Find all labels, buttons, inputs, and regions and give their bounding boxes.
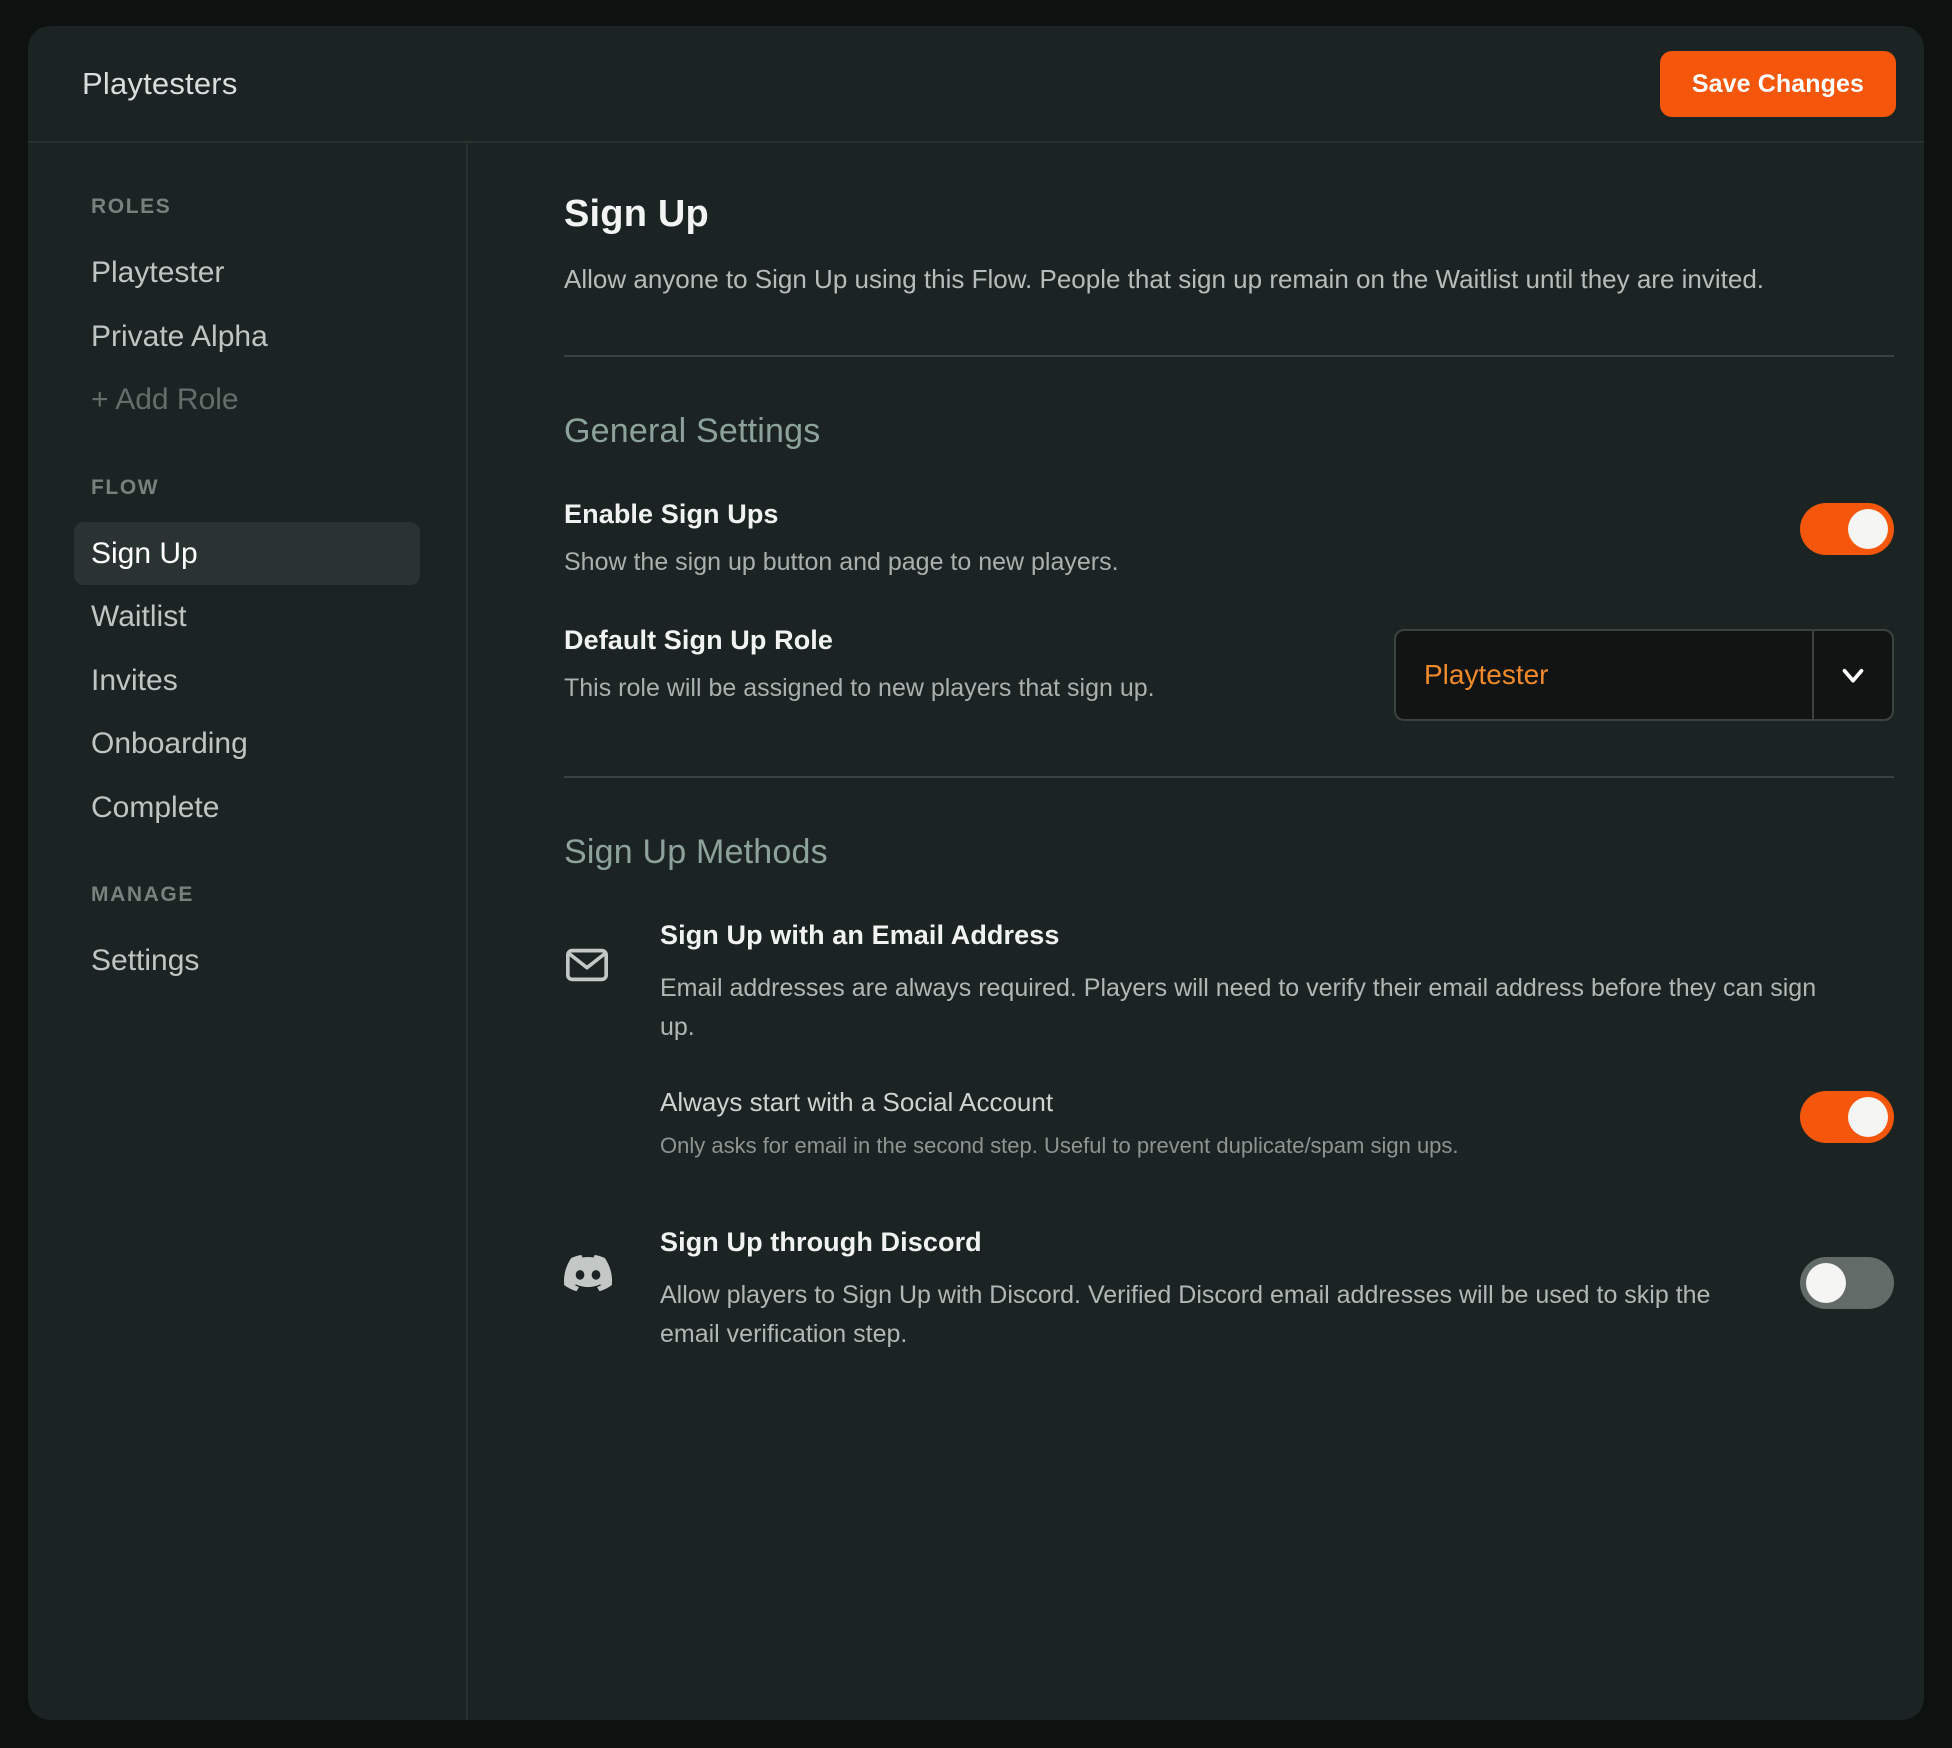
sidebar-group-roles: ROLES Playtester Private Alpha + Add Rol…	[74, 195, 420, 432]
sidebar-group-manage: MANAGE Settings	[74, 883, 420, 993]
section-title-sign-up: Sign Up	[564, 193, 1828, 236]
save-changes-button[interactable]: Save Changes	[1660, 51, 1896, 117]
sidebar-group-label-manage: MANAGE	[74, 883, 420, 907]
method-discord-text: Sign Up through Discord Allow players to…	[660, 1227, 1760, 1354]
method-description-email: Email addresses are always required. Pla…	[660, 969, 1840, 1047]
setting-label-enable-sign-ups: Enable Sign Ups	[564, 499, 1119, 530]
setting-description-default-role: This role will be assigned to new player…	[564, 670, 1155, 708]
divider-1	[564, 355, 1894, 357]
sidebar-item-sign-up[interactable]: Sign Up	[74, 522, 420, 586]
app-window: Playtesters Save Changes ROLES Playteste…	[28, 26, 1924, 1720]
setting-enable-sign-ups: Enable Sign Ups Show the sign up button …	[564, 499, 1894, 582]
setting-default-sign-up-role: Default Sign Up Role This role will be a…	[564, 625, 1894, 721]
heading-general-settings: General Settings	[564, 412, 1828, 451]
sidebar-item-playtester[interactable]: Playtester	[74, 241, 420, 305]
setting-control	[1800, 1087, 1894, 1143]
toggle-knob	[1806, 1263, 1846, 1303]
toggle-enable-sign-ups[interactable]	[1800, 503, 1894, 555]
divider-2	[564, 776, 1894, 778]
sidebar-item-settings[interactable]: Settings	[74, 929, 420, 993]
sidebar-item-onboarding[interactable]: Onboarding	[74, 712, 420, 776]
sidebar-group-flow: FLOW Sign Up Waitlist Invites Onboarding…	[74, 476, 420, 840]
method-title-email: Sign Up with an Email Address	[660, 920, 1894, 951]
sidebar-item-waitlist[interactable]: Waitlist	[74, 585, 420, 649]
chevron-down-icon	[1812, 631, 1892, 719]
sidebar-group-label-flow: FLOW	[74, 476, 420, 500]
body-row: ROLES Playtester Private Alpha + Add Rol…	[28, 143, 1924, 1720]
top-bar: Playtesters Save Changes	[28, 26, 1924, 143]
sidebar-group-label-roles: ROLES	[74, 195, 420, 219]
toggle-knob	[1848, 1097, 1888, 1137]
sidebar-item-invites[interactable]: Invites	[74, 649, 420, 713]
section-description: Allow anyone to Sign Up using this Flow.…	[564, 260, 1828, 300]
envelope-icon	[564, 920, 660, 1161]
spacer	[564, 1171, 1828, 1227]
setting-control	[1800, 499, 1894, 555]
sidebar-item-private-alpha[interactable]: Private Alpha	[74, 305, 420, 369]
toggle-always-start-social[interactable]	[1800, 1091, 1894, 1143]
sub-setting-text: Always start with a Social Account Only …	[660, 1087, 1459, 1162]
setting-description-enable-sign-ups: Show the sign up button and page to new …	[564, 544, 1119, 582]
method-discord: Sign Up through Discord Allow players to…	[564, 1227, 1894, 1354]
method-email: Sign Up with an Email Address Email addr…	[564, 920, 1894, 1161]
setting-always-start-social: Always start with a Social Account Only …	[660, 1087, 1894, 1162]
page-title: Playtesters	[82, 66, 238, 102]
sidebar-item-add-role[interactable]: + Add Role	[74, 368, 420, 432]
method-description-discord: Allow players to Sign Up with Discord. V…	[660, 1276, 1760, 1354]
sub-setting-label-social-account: Always start with a Social Account	[660, 1087, 1459, 1118]
discord-icon	[564, 1227, 660, 1354]
default-role-dropdown[interactable]: Playtester	[1394, 629, 1894, 721]
setting-label-default-role: Default Sign Up Role	[564, 625, 1155, 656]
main-content: Sign Up Allow anyone to Sign Up using th…	[468, 143, 1924, 1720]
default-role-selected-value: Playtester	[1396, 631, 1812, 719]
sub-setting-description-social-account: Only asks for email in the second step. …	[660, 1130, 1459, 1162]
toggle-sign-up-discord[interactable]	[1800, 1257, 1894, 1309]
sidebar-item-complete[interactable]: Complete	[74, 776, 420, 840]
sidebar: ROLES Playtester Private Alpha + Add Rol…	[28, 143, 468, 1720]
method-body: Sign Up with an Email Address Email addr…	[660, 920, 1894, 1161]
setting-control: Playtester	[1394, 625, 1894, 721]
heading-sign-up-methods: Sign Up Methods	[564, 833, 1828, 872]
setting-control	[1800, 1227, 1894, 1309]
method-title-discord: Sign Up through Discord	[660, 1227, 1760, 1258]
method-body: Sign Up through Discord Allow players to…	[660, 1227, 1894, 1354]
method-discord-row: Sign Up through Discord Allow players to…	[660, 1227, 1894, 1354]
toggle-knob	[1848, 509, 1888, 549]
setting-text: Default Sign Up Role This role will be a…	[564, 625, 1155, 708]
setting-text: Enable Sign Ups Show the sign up button …	[564, 499, 1119, 582]
